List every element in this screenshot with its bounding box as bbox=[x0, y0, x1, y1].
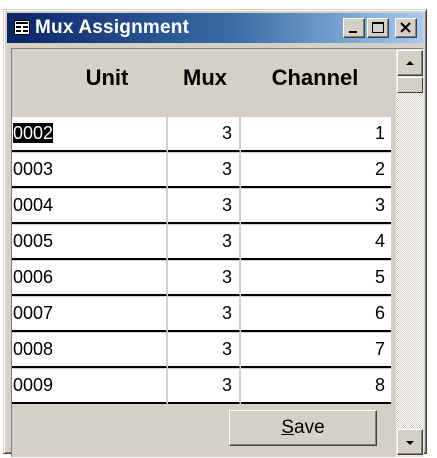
channel-field[interactable]: 5 bbox=[241, 261, 391, 296]
table-row[interactable]: 0003 3 2 bbox=[12, 153, 396, 189]
unit-value: 0002 bbox=[13, 123, 54, 143]
datasheet-area: Unit Mux Channel 0002 3 1 0003 3 2 0004 … bbox=[11, 48, 424, 457]
arrow-up-icon bbox=[406, 61, 414, 65]
unit-field[interactable]: 0004 bbox=[12, 189, 167, 224]
unit-field[interactable]: 0002 bbox=[12, 117, 167, 152]
unit-field[interactable]: 0007 bbox=[12, 297, 167, 332]
table-row[interactable]: 0004 3 3 bbox=[12, 189, 396, 225]
table-row[interactable]: 0006 3 5 bbox=[12, 261, 396, 297]
close-icon bbox=[400, 22, 411, 33]
channel-field[interactable]: 7 bbox=[241, 333, 391, 368]
unit-field[interactable]: 0008 bbox=[12, 333, 167, 368]
table-row[interactable]: 0009 3 8 bbox=[12, 369, 396, 405]
scroll-up-button[interactable] bbox=[397, 50, 423, 76]
vertical-scrollbar[interactable] bbox=[396, 49, 424, 457]
mux-field[interactable]: 3 bbox=[168, 189, 240, 224]
table-row[interactable]: 0007 3 6 bbox=[12, 297, 396, 333]
minimize-button[interactable] bbox=[343, 18, 365, 38]
unit-field[interactable]: 0009 bbox=[12, 369, 167, 404]
mux-field[interactable]: 3 bbox=[168, 153, 240, 188]
maximize-button[interactable] bbox=[367, 18, 389, 38]
unit-field[interactable]: 0005 bbox=[12, 225, 167, 260]
mux-field[interactable]: 3 bbox=[168, 261, 240, 296]
channel-field[interactable]: 4 bbox=[241, 225, 391, 260]
mux-field[interactable]: 3 bbox=[168, 369, 240, 404]
unit-field[interactable]: 0003 bbox=[12, 153, 167, 188]
channel-field[interactable]: 6 bbox=[241, 297, 391, 332]
column-header-mux[interactable]: Mux bbox=[170, 65, 240, 91]
mux-field[interactable]: 3 bbox=[168, 333, 240, 368]
mux-field[interactable]: 3 bbox=[168, 297, 240, 332]
arrow-down-icon bbox=[406, 441, 414, 445]
form-footer: Save bbox=[12, 405, 396, 457]
save-button[interactable]: Save bbox=[229, 410, 377, 446]
column-header-unit[interactable]: Unit bbox=[62, 65, 152, 91]
maximize-icon bbox=[372, 22, 384, 33]
form-window-icon bbox=[14, 20, 30, 35]
channel-field[interactable]: 2 bbox=[241, 153, 391, 188]
channel-field[interactable]: 1 bbox=[241, 117, 391, 152]
mux-field[interactable]: 3 bbox=[168, 225, 240, 260]
column-header-row: Unit Mux Channel bbox=[12, 49, 396, 117]
save-mnemonic: S bbox=[281, 417, 295, 438]
table-row[interactable]: 0008 3 7 bbox=[12, 333, 396, 369]
channel-field[interactable]: 3 bbox=[241, 189, 391, 224]
save-label: ave bbox=[294, 417, 325, 438]
minimize-icon bbox=[349, 31, 357, 33]
record-list: 0002 3 1 0003 3 2 0004 3 3 0005 3 4 0006 bbox=[12, 117, 396, 405]
window-title: Mux Assignment bbox=[35, 17, 190, 38]
close-button[interactable] bbox=[395, 18, 417, 38]
column-header-channel[interactable]: Channel bbox=[250, 65, 380, 91]
table-row[interactable]: 0002 3 1 bbox=[12, 117, 396, 153]
title-bar[interactable]: Mux Assignment bbox=[7, 13, 423, 43]
scroll-down-button[interactable] bbox=[397, 429, 423, 455]
mux-assignment-window: Mux Assignment Unit Mux Channel 0002 3 1… bbox=[3, 9, 427, 457]
table-row[interactable]: 0005 3 4 bbox=[12, 225, 396, 261]
scroll-thumb[interactable] bbox=[397, 77, 423, 93]
unit-field[interactable]: 0006 bbox=[12, 261, 167, 296]
channel-field[interactable]: 8 bbox=[241, 369, 391, 404]
mux-field[interactable]: 3 bbox=[168, 117, 240, 152]
